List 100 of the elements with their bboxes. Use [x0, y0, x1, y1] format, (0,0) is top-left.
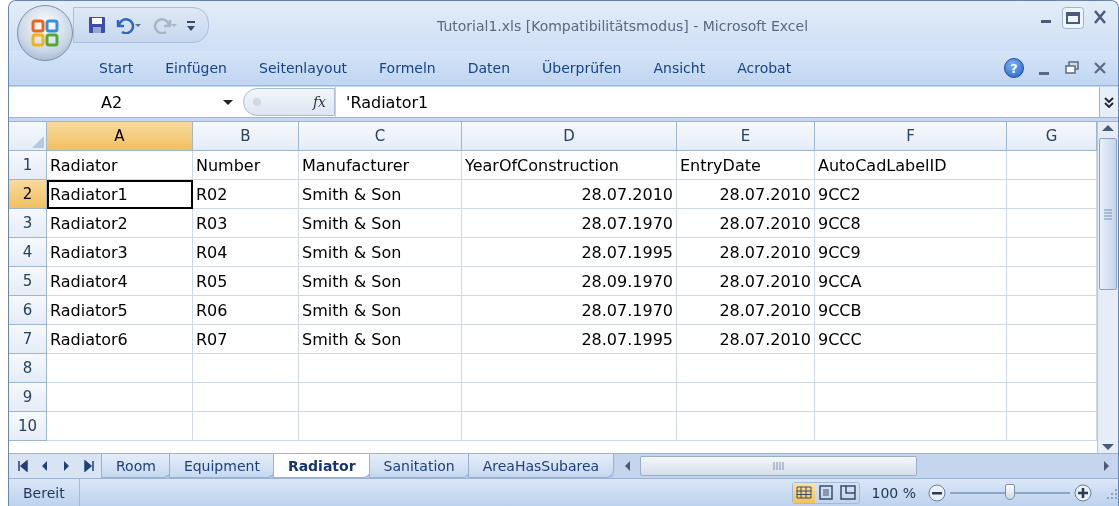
table-cell: Radiator3 — [47, 238, 193, 267]
ribbon-tab[interactable]: Formeln — [369, 56, 446, 80]
table-cell: Radiator — [47, 151, 193, 180]
table-cell: Number — [193, 151, 299, 180]
undo-icon[interactable] — [114, 16, 142, 34]
view-button[interactable] — [792, 482, 815, 503]
row-header[interactable]: 2 — [9, 180, 47, 209]
row-header[interactable]: 3 — [9, 209, 47, 238]
table-cell: 28.07.2010 — [462, 180, 677, 209]
table-cell: 9CC8 — [815, 209, 1007, 238]
ribbon-tab[interactable]: Einfügen — [155, 56, 237, 80]
table-cell: Radiator2 — [47, 209, 193, 238]
zoom-level[interactable]: 100 % — [871, 484, 916, 501]
column-header[interactable]: C — [299, 122, 462, 151]
office-logo-icon — [31, 19, 59, 47]
scrollbar-thumb[interactable] — [1099, 138, 1117, 290]
row-header[interactable]: 9 — [9, 383, 47, 412]
table-cell: Radiator6 — [47, 325, 193, 354]
save-icon[interactable] — [88, 16, 106, 34]
resize-grip-icon[interactable] — [1106, 486, 1118, 499]
maximize-icon[interactable] — [1062, 7, 1084, 29]
ribbon-tab[interactable]: Ansicht — [643, 56, 716, 80]
table-cell: 28.07.2010 — [677, 238, 815, 267]
table-cell: Radiator4 — [47, 267, 193, 296]
row-header[interactable]: 6 — [9, 296, 47, 325]
row-header[interactable]: 5 — [9, 267, 47, 296]
triangle-icon — [30, 134, 46, 150]
table-cell: 28.07.1970 — [462, 209, 677, 238]
ribbon-tab[interactable]: Acrobat — [727, 56, 802, 80]
zoom-in-icon[interactable] — [1074, 483, 1092, 502]
zoom-slider-thumb[interactable] — [1005, 483, 1015, 500]
scroll-up-icon[interactable] — [1100, 122, 1116, 134]
table-cell: 9CC9 — [815, 238, 1007, 267]
table-cell: Radiator5 — [47, 296, 193, 325]
expand-formula-bar-button[interactable] — [1099, 87, 1118, 117]
sheet-tab[interactable]: Equipment — [168, 454, 275, 478]
resize-handle-icon[interactable] — [252, 97, 262, 107]
table-cell: 28.07.2010 — [677, 296, 815, 325]
close-icon[interactable] — [1092, 60, 1108, 76]
table-cell: EntryDate — [677, 151, 815, 180]
double-chevron-icon — [1103, 96, 1115, 108]
name-box[interactable]: A2 — [9, 87, 243, 117]
status-text: Bereit — [9, 479, 80, 506]
office-button[interactable] — [17, 5, 73, 61]
window-title: Tutorial1.xls [Kompatibilitätsmodus] - Microsoft Excel — [435, 18, 810, 34]
column-header[interactable]: F — [815, 122, 1007, 151]
table-cell: Smith & Son — [299, 238, 462, 267]
column-header[interactable]: G — [1007, 122, 1097, 151]
sheet-tab[interactable]: Sanitation — [368, 454, 470, 478]
grip-icon — [1102, 208, 1114, 220]
restore-icon[interactable] — [1064, 60, 1080, 76]
sheet-tab[interactable]: Radiator — [272, 454, 371, 478]
row-header[interactable]: 1 — [9, 151, 47, 180]
table-cell: R04 — [193, 238, 299, 267]
table-cell: R07 — [193, 325, 299, 354]
scroll-right-icon[interactable] — [1102, 460, 1112, 472]
table-cell: 28.07.1995 — [462, 325, 677, 354]
table-cell: 9CCC — [815, 325, 1007, 354]
sheet-tab[interactable]: Room — [101, 454, 171, 478]
normal-view-icon — [795, 485, 812, 500]
insert-function-button[interactable]: fx — [312, 94, 326, 110]
active-cell[interactable]: Radiator1 — [47, 180, 193, 209]
first-sheet-icon[interactable] — [17, 460, 29, 472]
ribbon-tab[interactable]: Daten — [457, 56, 521, 80]
page-break-icon — [839, 485, 856, 500]
table-cell: 28.07.1970 — [462, 296, 677, 325]
column-header[interactable]: E — [677, 122, 815, 151]
table-cell: R05 — [193, 267, 299, 296]
row-header[interactable]: 4 — [9, 238, 47, 267]
row-header[interactable]: 7 — [9, 325, 47, 354]
table-cell: R03 — [193, 209, 299, 238]
table-cell: 9CCB — [815, 296, 1007, 325]
row-header[interactable]: 10 — [9, 412, 47, 441]
table-cell: 9CCA — [815, 267, 1007, 296]
customize-toolbar-icon[interactable] — [186, 18, 196, 32]
row-header[interactable]: 8 — [9, 354, 47, 383]
table-cell: 9CC2 — [815, 180, 1007, 209]
table-cell: AutoCadLabelID — [815, 151, 1007, 180]
sheet-tab[interactable]: AreaHasSubarea — [467, 454, 615, 478]
column-header[interactable]: B — [193, 122, 299, 151]
ribbon-tab[interactable]: Start — [89, 56, 144, 80]
table-cell: Smith & Son — [299, 209, 462, 238]
table-cell: R02 — [193, 180, 299, 209]
table-cell: Smith & Son — [299, 325, 462, 354]
column-header[interactable]: D — [462, 122, 677, 151]
column-header[interactable]: A — [47, 122, 193, 151]
page-layout-icon — [817, 485, 834, 500]
table-cell: Manufacturer — [299, 151, 462, 180]
grip-icon — [773, 460, 785, 472]
table-cell: 28.07.1995 — [462, 238, 677, 267]
dropdown-caret-icon[interactable] — [223, 99, 233, 105]
table-cell: Smith & Son — [299, 296, 462, 325]
scrollbar-thumb[interactable] — [640, 456, 918, 476]
table-cell: 28.09.1970 — [462, 267, 677, 296]
table-cell: Smith & Son — [299, 267, 462, 296]
ribbon-tab[interactable]: Überprüfen — [532, 56, 632, 80]
ribbon-tab[interactable]: Seitenlayout — [249, 56, 358, 80]
last-sheet-icon[interactable] — [83, 460, 95, 472]
table-cell: 28.07.2010 — [677, 325, 815, 354]
zoom-out-icon[interactable] — [928, 483, 946, 502]
